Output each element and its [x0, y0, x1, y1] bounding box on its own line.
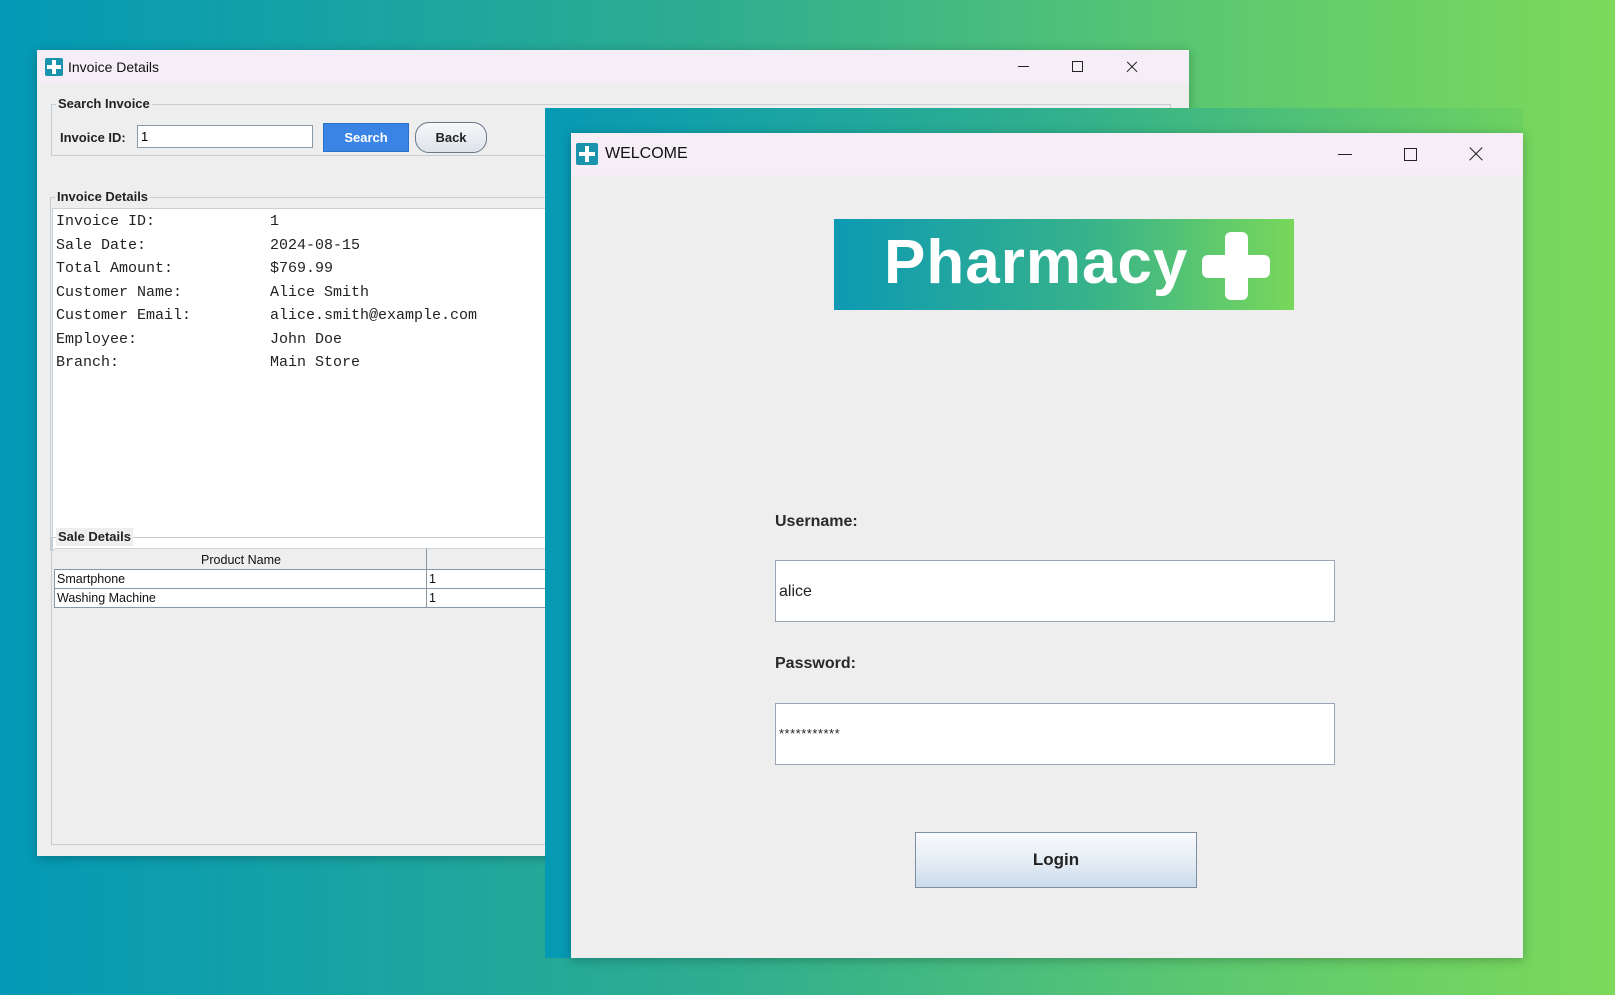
username-label: Username:: [775, 513, 858, 530]
close-button[interactable]: [1110, 50, 1154, 83]
pharmacy-cross-icon: [45, 57, 63, 76]
invoice-titlebar[interactable]: Invoice Details: [37, 50, 1189, 83]
detail-value: $769.99: [270, 260, 334, 277]
detail-key: Total Amount:: [56, 260, 174, 277]
invoice-id-input[interactable]: 1: [137, 125, 313, 148]
detail-key: Employee:: [56, 331, 138, 348]
detail-key: Sale Date:: [56, 237, 147, 254]
maximize-icon: [1071, 61, 1083, 72]
sale-details-group-title: Sale Details: [56, 528, 133, 546]
welcome-window: WELCOME Pharmacy Username: alice Passwor…: [571, 133, 1523, 958]
minimize-icon: [1338, 153, 1352, 155]
detail-value: 2024-08-15: [270, 237, 361, 254]
close-icon: [1467, 145, 1485, 163]
pharmacy-logo: Pharmacy: [834, 219, 1294, 310]
detail-key: Branch:: [56, 354, 120, 371]
detail-key: Invoice ID:: [56, 213, 156, 230]
minimize-button[interactable]: [1317, 133, 1373, 175]
minimize-icon: [1017, 66, 1029, 67]
detail-key: Customer Name:: [56, 284, 183, 301]
medical-cross-icon: [1202, 232, 1270, 300]
login-button[interactable]: Login: [915, 832, 1197, 888]
minimize-button[interactable]: [1001, 50, 1045, 83]
column-header-product-name[interactable]: Product Name: [54, 548, 427, 570]
password-input[interactable]: ***********: [775, 703, 1335, 765]
maximize-button[interactable]: [1382, 133, 1438, 175]
search-button[interactable]: Search: [323, 123, 409, 152]
invoice-window-title: Invoice Details: [68, 58, 160, 75]
detail-value: alice.smith@example.com: [270, 307, 478, 324]
search-invoice-group-title: Search Invoice: [56, 95, 152, 113]
detail-value: Alice Smith: [270, 284, 370, 301]
detail-value: Main Store: [270, 354, 361, 371]
invoice-id-label: Invoice ID:: [60, 130, 126, 145]
table-row[interactable]: Smartphone: [54, 570, 427, 589]
detail-value: John Doe: [270, 331, 343, 348]
logo-text: Pharmacy: [884, 228, 1189, 297]
welcome-window-title: WELCOME: [605, 145, 688, 162]
detail-value: 1: [270, 213, 280, 230]
maximize-button[interactable]: [1055, 50, 1099, 83]
maximize-icon: [1403, 147, 1417, 161]
username-input[interactable]: alice: [775, 560, 1335, 622]
table-row[interactable]: Washing Machine: [54, 589, 427, 608]
password-label: Password:: [775, 655, 856, 672]
pharmacy-cross-icon: [576, 143, 598, 165]
close-button[interactable]: [1448, 133, 1504, 175]
close-icon: [1125, 60, 1139, 74]
welcome-titlebar[interactable]: WELCOME: [571, 133, 1523, 175]
detail-key: Customer Email:: [56, 307, 192, 324]
invoice-details-group-title: Invoice Details: [55, 188, 151, 206]
back-button[interactable]: Back: [415, 122, 487, 153]
